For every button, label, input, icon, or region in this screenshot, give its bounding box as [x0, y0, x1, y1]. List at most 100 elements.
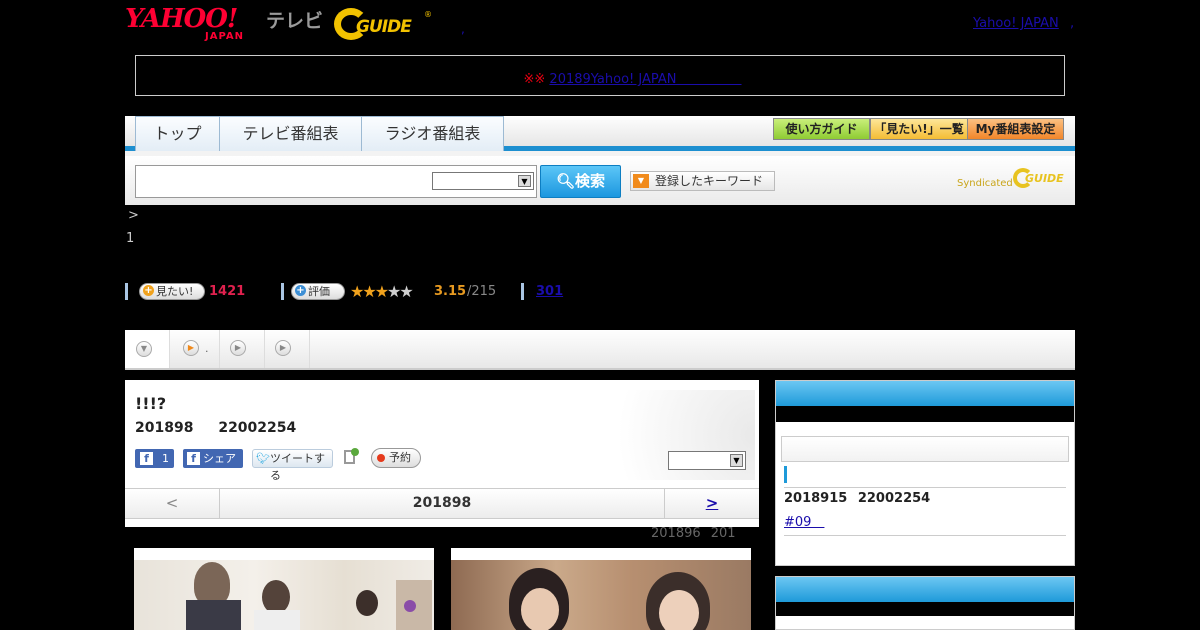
nav-tab-bar: トップ テレビ番組表 ラジオ番組表 使い方ガイド 「見たい!」一覧 My番組表設…: [125, 116, 1075, 151]
tab-play-1[interactable]: ▶ .: [170, 330, 220, 368]
star-icon: ★: [399, 282, 413, 301]
program-info-panel: !!!? 201898 22002254 f 1 f シェア 🐦︎ ツイートする…: [125, 380, 759, 527]
tab-collapse[interactable]: ▼: [125, 330, 170, 368]
rate-button[interactable]: + 評価: [291, 283, 345, 300]
rating-count: /215: [467, 284, 497, 299]
mixi-icon-badge: [351, 448, 359, 456]
sidebar-panel-band: [776, 406, 1074, 422]
reserve-recording-button[interactable]: 予約: [371, 448, 421, 468]
star-icon: ★: [350, 282, 364, 301]
search-category-select[interactable]: ▼: [432, 172, 534, 190]
sidebar-info-box: [781, 436, 1069, 462]
sidebar-panel-band: [776, 602, 1074, 616]
star-icon: ★: [374, 282, 389, 301]
registered-mark: ®: [424, 10, 432, 19]
header-separator: ,: [461, 22, 465, 36]
stat-divider: [125, 283, 128, 300]
chevron-down-icon: ▼: [518, 175, 531, 187]
chevron-down-icon: ▼: [730, 454, 743, 467]
registered-keywords-label: 登録したキーワード: [655, 174, 764, 188]
tweet-button[interactable]: 🐦︎ ツイートする: [252, 449, 333, 482]
update-note: 201896 201: [651, 526, 736, 541]
notice-link[interactable]: 20189Yahoo! JAPAN: [549, 72, 741, 87]
program-photo-2[interactable]: [451, 548, 751, 630]
tab-tv-listings[interactable]: テレビ番組表: [219, 116, 362, 151]
sidebar-panel-next-broadcast: 2018915 22002254 #09: [775, 380, 1075, 566]
program-date: 201898 22002254: [135, 420, 297, 436]
tab-play-3[interactable]: ▶: [265, 330, 310, 368]
logo-japan-text: JAPAN: [205, 31, 244, 42]
tab-radio-listings[interactable]: ラジオ番組表: [361, 116, 504, 151]
header-separator-right: ,: [1070, 16, 1075, 31]
search-icon: 🔍︎: [555, 172, 576, 190]
stat-divider: [521, 283, 524, 300]
rating-stars: ★★★★★: [350, 282, 414, 301]
star-icon: ★: [387, 282, 401, 301]
facebook-like-count: 1: [162, 452, 169, 465]
play-icon: ▶: [275, 340, 291, 356]
gguide-logo[interactable]: GUIDE ®: [334, 8, 434, 42]
plus-icon: +: [295, 285, 306, 296]
syndicated-text: Syndicated: [957, 178, 1013, 189]
tv-logo-text[interactable]: テレビ: [266, 6, 323, 33]
next-day-link[interactable]: >: [664, 489, 759, 518]
tab-top[interactable]: トップ: [135, 116, 220, 151]
program-select[interactable]: ▼: [668, 451, 746, 470]
prev-day-button[interactable]: <: [125, 489, 220, 518]
day-navigation: < 201898 >: [125, 488, 759, 519]
yahoo-japan-link[interactable]: Yahoo! JAPAN: [973, 16, 1059, 31]
my-listings-settings-button[interactable]: My番組表設定: [967, 118, 1064, 140]
usage-guide-button[interactable]: 使い方ガイド: [773, 118, 870, 140]
facebook-share-label: シェア: [203, 452, 236, 465]
facebook-like-button[interactable]: f 1: [135, 449, 174, 468]
mixi-check-button[interactable]: [344, 448, 361, 467]
tab-play-2[interactable]: ▶: [220, 330, 265, 368]
tweet-label: ツイートする: [270, 452, 325, 482]
notice-box: ※※ 20189Yahoo! JAPAN: [135, 55, 1065, 96]
rate-button-label: 評価: [308, 285, 330, 298]
rating-value: 3.15: [434, 284, 467, 299]
main-navigation: トップ テレビ番組表 ラジオ番組表 使い方ガイド 「見たい!」一覧 My番組表設…: [125, 116, 1075, 205]
play-tab-label: .: [205, 342, 209, 355]
plus-icon: +: [143, 285, 154, 296]
program-photo-1[interactable]: [134, 548, 434, 630]
facebook-icon: f: [187, 452, 200, 465]
play-icon: ▶: [230, 340, 246, 356]
dropdown-icon: ▼: [633, 174, 649, 188]
gguide-logo-text: GUIDE: [356, 17, 412, 37]
syndicated-logo-text: GUIDE: [1025, 172, 1064, 185]
search-bar: ▼ 🔍︎検索 ▼ 登録したキーワード Syndicated GUIDE: [125, 156, 1075, 205]
want-count: 1421: [209, 284, 246, 299]
syndicated-gguide-logo: Syndicated GUIDE: [957, 166, 1069, 196]
want-button-label: 見たい!: [156, 285, 194, 298]
review-count-link[interactable]: 301: [536, 284, 563, 299]
yahoo-japan-logo[interactable]: YAHOO! JAPAN: [125, 6, 263, 42]
search-button[interactable]: 🔍︎検索: [540, 165, 621, 198]
sidebar-panel-header: [776, 577, 1074, 602]
current-day-label: 201898: [412, 495, 472, 511]
twitter-bird-icon: 🐦︎: [256, 452, 270, 465]
star-icon: ★: [362, 282, 376, 301]
divider: [784, 487, 1066, 488]
reserve-label: 予約: [389, 451, 411, 464]
chevron-down-icon: ▼: [136, 341, 152, 357]
search-button-label: 検索: [575, 172, 606, 190]
sidebar-section-marker: [784, 466, 787, 483]
facebook-share-button[interactable]: f シェア: [183, 449, 243, 468]
facebook-icon: f: [140, 452, 153, 465]
registered-keywords-button[interactable]: ▼ 登録したキーワード: [630, 171, 775, 191]
play-icon: ▶: [183, 340, 199, 356]
episode-link[interactable]: #09: [784, 511, 824, 530]
want-list-button[interactable]: 「見たい!」一覧: [870, 118, 968, 140]
want-button[interactable]: + 見たい!: [139, 283, 205, 300]
breadcrumb-line: 1: [126, 231, 135, 246]
stat-divider: [281, 283, 284, 300]
breadcrumb-arrow: >: [128, 208, 139, 223]
logo-yahoo-text: YAHOO!: [125, 4, 238, 34]
program-title: !!!?: [135, 394, 167, 413]
sidebar-panel-header: [776, 381, 1074, 406]
notice-mark: ※※: [523, 72, 546, 87]
record-dot-icon: [377, 454, 385, 462]
next-broadcast-datetime: 2018915 22002254: [784, 491, 931, 506]
divider: [784, 535, 1066, 536]
